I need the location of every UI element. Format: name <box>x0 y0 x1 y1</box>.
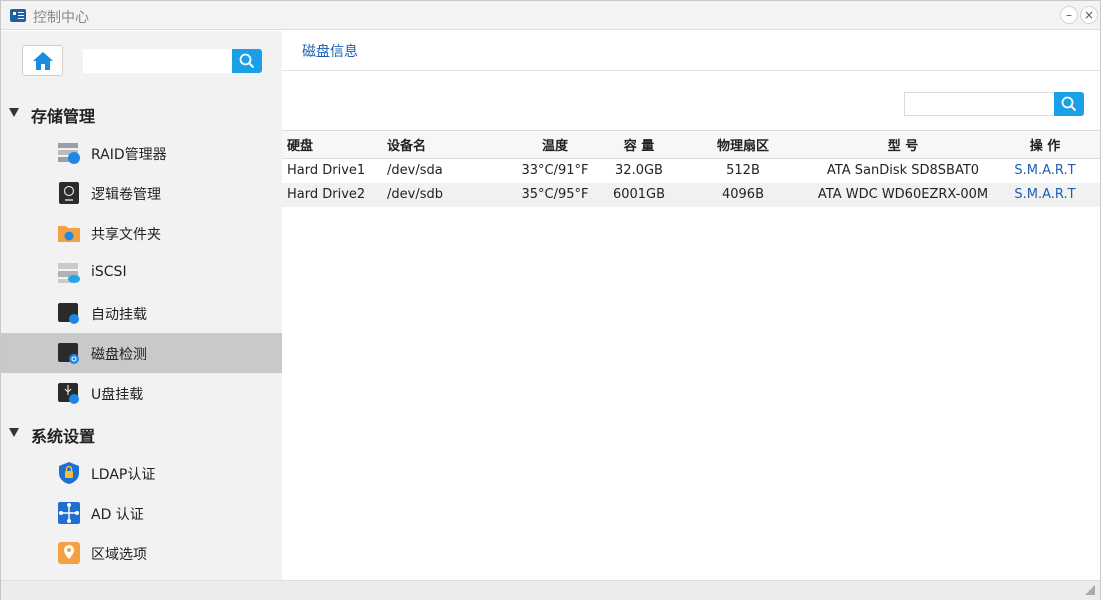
resize-grip-icon[interactable] <box>1085 585 1095 595</box>
control-center-window: 控制中心 – × 存储管理 RAID管理器 逻辑卷管理 共享文件夹 iSCSI … <box>0 0 1101 600</box>
home-icon <box>33 52 53 70</box>
region-pin-icon <box>58 542 80 564</box>
sidebar-item-raid-manager[interactable]: RAID管理器 <box>1 133 282 173</box>
group-storage-management[interactable]: 存储管理 <box>1 97 282 129</box>
iscsi-icon <box>58 263 80 283</box>
column-header-capacity[interactable]: 容 量 <box>608 130 670 159</box>
ad-network-icon <box>58 502 80 524</box>
control-center-icon <box>10 9 26 22</box>
cell-model: ATA SanDisk SD8SBAT0 <box>826 163 980 179</box>
auto-mount-icon <box>58 303 79 324</box>
shared-folder-icon <box>58 226 80 242</box>
window-title: 控制中心 <box>33 10 89 26</box>
column-header-device[interactable]: 设备名 <box>382 130 502 159</box>
sidebar-item-label: RAID管理器 <box>91 147 167 163</box>
sidebar-item-label: 逻辑卷管理 <box>91 187 161 203</box>
smart-link[interactable]: S.M.A.R.T <box>1014 187 1075 202</box>
cell-model: ATA WDC WD60EZRX-00M <box>816 182 990 207</box>
raid-manager-icon <box>58 143 80 164</box>
search-icon <box>239 53 255 69</box>
sidebar-item-usb-mount[interactable]: U盘挂载 <box>1 373 282 413</box>
sidebar-item-label: 磁盘检测 <box>91 347 147 363</box>
cell-disk: Hard Drive2 <box>282 182 382 207</box>
sidebar-item-label: iSCSI <box>91 264 127 280</box>
search-icon <box>1061 96 1077 112</box>
sidebar-item-auto-mount[interactable]: 自动挂载 <box>1 293 282 333</box>
tab-disk-info[interactable]: 磁盘信息 <box>302 41 358 61</box>
disk-search-input[interactable] <box>904 92 1054 116</box>
column-header-model[interactable]: 型 号 <box>816 130 990 159</box>
cell-sector: 512B <box>726 163 760 179</box>
main-panel: 磁盘信息 硬盘 设备名 温度 容 量 物理扇区 型 号 操 作 Hard Dri… <box>282 31 1100 580</box>
cell-capacity: 32.0GB <box>615 163 663 179</box>
table-header-row: 硬盘 设备名 温度 容 量 物理扇区 型 号 操 作 <box>282 130 1100 159</box>
sidebar-item-shared-folder[interactable]: 共享文件夹 <box>1 213 282 253</box>
cell-sector: 4096B <box>670 182 816 207</box>
title-bar: 控制中心 – × <box>1 1 1100 30</box>
divider <box>282 70 1100 71</box>
minimize-button[interactable]: – <box>1060 6 1078 24</box>
column-header-disk[interactable]: 硬盘 <box>282 130 382 159</box>
home-button[interactable] <box>22 45 63 76</box>
sidebar: 存储管理 RAID管理器 逻辑卷管理 共享文件夹 iSCSI 自动挂载 磁盘检测… <box>1 31 282 580</box>
ldap-shield-icon <box>59 462 79 484</box>
disk-check-icon <box>58 343 79 364</box>
sidebar-item-ldap-auth[interactable]: LDAP认证 <box>1 453 282 493</box>
sidebar-item-label: 共享文件夹 <box>91 227 161 243</box>
sidebar-search-input[interactable] <box>83 49 233 73</box>
cell-temperature: 33°C/91°F <box>521 163 589 179</box>
sidebar-item-iscsi[interactable]: iSCSI <box>1 253 282 293</box>
table-row[interactable]: Hard Drive1 /dev/sda 33°C/91°F 32.0GB 51… <box>282 159 1100 183</box>
status-bar <box>1 580 1100 600</box>
sidebar-item-label: 区域选项 <box>91 547 147 563</box>
smart-link[interactable]: S.M.A.R.T <box>1014 163 1075 178</box>
column-header-temperature[interactable]: 温度 <box>502 130 608 159</box>
cell-device: /dev/sda <box>387 163 443 179</box>
sidebar-search-button[interactable] <box>232 49 262 73</box>
sidebar-item-label: 自动挂载 <box>91 307 147 323</box>
cell-disk: Hard Drive1 <box>287 163 366 179</box>
column-header-action[interactable]: 操 作 <box>990 130 1100 159</box>
sidebar-item-disk-check[interactable]: 磁盘检测 <box>1 333 282 373</box>
logical-volume-icon <box>59 182 79 204</box>
group-label: 存储管理 <box>31 107 96 126</box>
collapse-triangle-icon <box>9 108 19 117</box>
sidebar-item-label: AD 认证 <box>91 507 144 523</box>
sidebar-item-ad-auth[interactable]: AD 认证 <box>1 493 282 533</box>
usb-mount-icon <box>58 383 79 404</box>
cell-capacity: 6001GB <box>608 182 670 207</box>
sidebar-item-label: U盘挂载 <box>91 387 144 403</box>
disk-search-button[interactable] <box>1054 92 1084 116</box>
table-row[interactable]: Hard Drive2 /dev/sdb 35°C/95°F 6001GB 40… <box>282 182 1100 207</box>
sidebar-item-logical-volume[interactable]: 逻辑卷管理 <box>1 173 282 213</box>
column-header-physical-sector[interactable]: 物理扇区 <box>670 130 816 159</box>
group-label: 系统设置 <box>31 427 96 446</box>
sidebar-item-region-options[interactable]: 区域选项 <box>1 533 282 573</box>
collapse-triangle-icon <box>9 428 19 437</box>
close-button[interactable]: × <box>1080 6 1098 24</box>
sidebar-item-label: LDAP认证 <box>91 467 156 483</box>
cell-device: /dev/sdb <box>382 182 502 207</box>
disk-table: 硬盘 设备名 温度 容 量 物理扇区 型 号 操 作 Hard Drive1 /… <box>282 130 1100 207</box>
cell-temperature: 35°C/95°F <box>502 182 608 207</box>
group-system-settings[interactable]: 系统设置 <box>1 417 282 449</box>
